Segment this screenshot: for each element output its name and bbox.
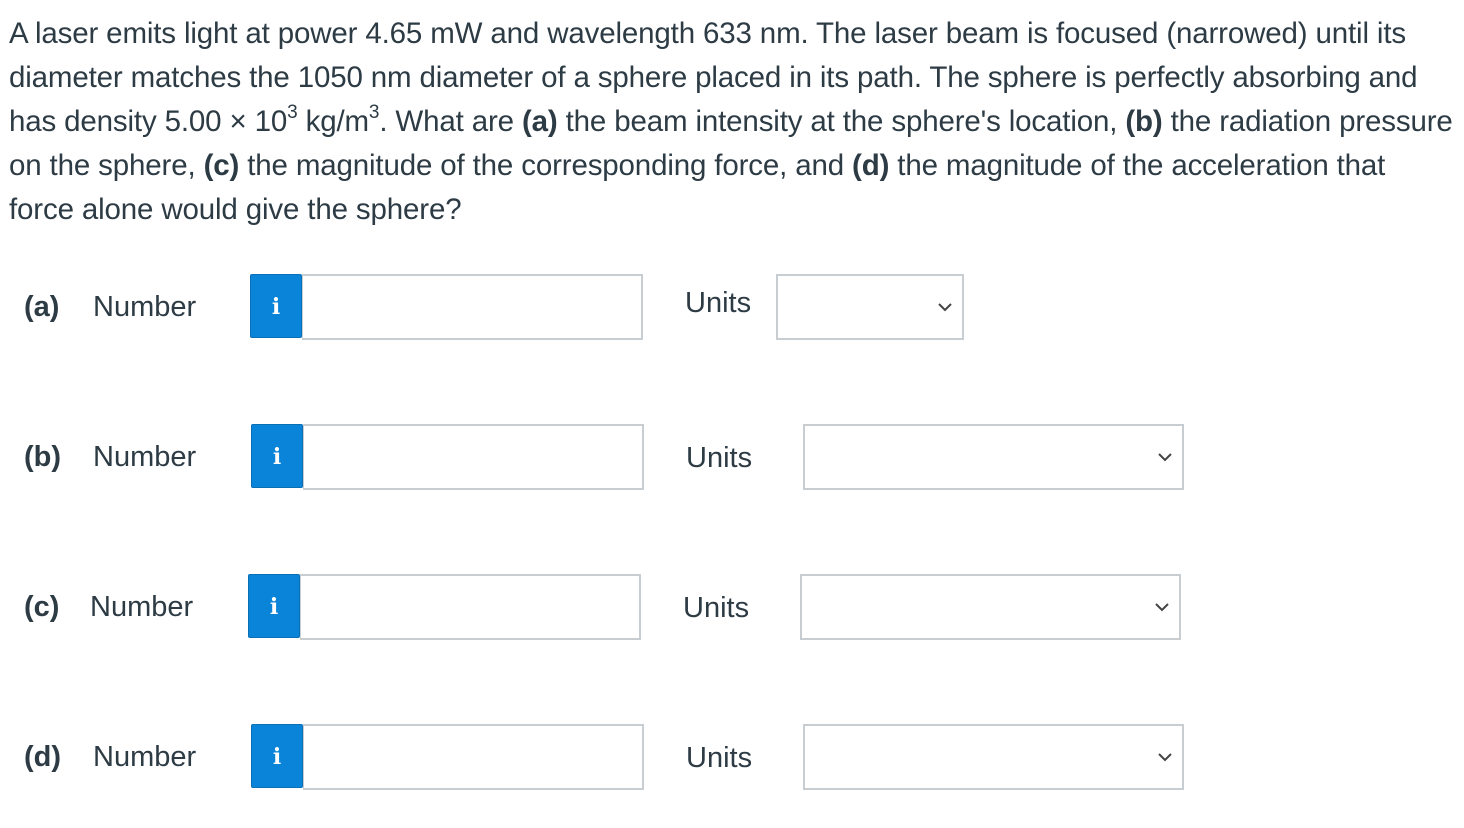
chevron-down-icon	[938, 303, 952, 312]
number-label: Number	[93, 291, 197, 323]
number-label: Number	[90, 591, 194, 623]
units-select-c[interactable]	[800, 574, 1181, 640]
chevron-down-icon	[1155, 603, 1169, 612]
info-icon[interactable]: i	[251, 724, 303, 788]
number-input-c[interactable]	[300, 574, 641, 640]
answer-row-c: (c) Number i Units	[0, 574, 1200, 640]
question-text: A laser emits light at power 4.65 mW and…	[9, 12, 1455, 232]
answer-row-b: (b) Number i Units	[0, 424, 1200, 490]
units-label: Units	[685, 287, 752, 319]
number-label: Number	[93, 441, 197, 473]
number-input-b[interactable]	[303, 424, 644, 490]
chevron-down-icon	[1158, 453, 1172, 462]
part-label: (a)	[24, 291, 60, 323]
question-text-segment: the magnitude of the corresponding force…	[239, 149, 853, 182]
question-text-segment: 3	[368, 102, 380, 124]
units-select-d[interactable]	[803, 724, 1184, 790]
number-label: Number	[93, 741, 197, 773]
units-label: Units	[683, 592, 750, 624]
info-icon[interactable]: i	[248, 574, 300, 638]
number-input-a[interactable]	[302, 274, 643, 340]
chevron-down-icon	[1158, 753, 1172, 762]
answer-row-a: (a) Number i Units	[0, 274, 1000, 340]
units-select-b[interactable]	[803, 424, 1184, 490]
info-icon[interactable]: i	[250, 274, 302, 338]
question-part-ref: (c)	[203, 149, 240, 182]
units-select-a[interactable]	[776, 274, 964, 340]
question-text-segment: . What are	[379, 105, 522, 138]
number-input-d[interactable]	[303, 724, 644, 790]
question-part-ref: (a)	[521, 105, 558, 138]
part-label: (b)	[24, 441, 62, 473]
answer-row-d: (d) Number i Units	[0, 724, 1200, 790]
units-label: Units	[686, 442, 753, 474]
question-part-ref: (b)	[1125, 105, 1163, 138]
part-label: (d)	[24, 741, 62, 773]
question-text-segment: the beam intensity at the sphere's locat…	[557, 105, 1126, 138]
part-label: (c)	[24, 591, 60, 623]
question-part-ref: (d)	[852, 149, 890, 182]
question-text-segment: 3	[287, 102, 298, 124]
units-label: Units	[686, 742, 753, 774]
question-text-segment: kg/m	[297, 105, 369, 138]
info-icon[interactable]: i	[251, 424, 303, 488]
